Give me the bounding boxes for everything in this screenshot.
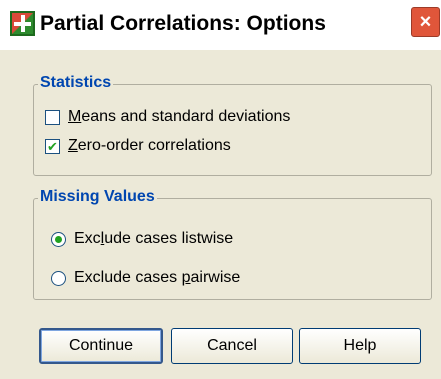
means-label: Means and standard deviations bbox=[68, 108, 291, 125]
statistics-legend: Statistics bbox=[38, 74, 114, 92]
listwise-radio-row[interactable]: Exclude cases listwise bbox=[51, 230, 233, 248]
zero-order-checkbox-row[interactable]: ✔ Zero-order correlations bbox=[45, 137, 231, 155]
continue-button[interactable]: Continue bbox=[39, 328, 163, 364]
means-checkbox-row[interactable]: Means and standard deviations bbox=[45, 108, 290, 126]
missing-values-legend: Missing Values bbox=[38, 188, 157, 206]
radio-selected-dot bbox=[55, 235, 62, 243]
listwise-label: Exclude cases listwise bbox=[74, 230, 234, 247]
app-icon bbox=[10, 11, 35, 36]
close-button[interactable]: × bbox=[411, 7, 440, 37]
listwise-radio[interactable] bbox=[51, 231, 66, 247]
close-icon: × bbox=[419, 10, 432, 33]
means-checkbox[interactable] bbox=[45, 109, 60, 125]
dialog-title: Partial Correlations: Options bbox=[40, 12, 326, 35]
pairwise-label: Exclude cases pairwise bbox=[74, 269, 241, 286]
pairwise-radio[interactable] bbox=[51, 270, 66, 286]
continue-label: Continue bbox=[68, 337, 134, 354]
title-bar[interactable]: Partial Correlations: Options × bbox=[0, 0, 441, 50]
checkmark-icon: ✔ bbox=[47, 138, 58, 154]
pairwise-radio-row[interactable]: Exclude cases pairwise bbox=[51, 269, 240, 287]
zero-order-checkbox[interactable]: ✔ bbox=[45, 138, 60, 154]
cancel-label: Cancel bbox=[207, 337, 257, 354]
zero-order-label: Zero-order correlations bbox=[68, 137, 231, 154]
help-button[interactable]: Help bbox=[299, 328, 421, 364]
statistics-group: Statistics bbox=[33, 74, 432, 176]
cancel-button[interactable]: Cancel bbox=[171, 328, 293, 364]
help-label: Help bbox=[343, 337, 377, 354]
dialog-window: Partial Correlations: Options × Statisti… bbox=[0, 0, 441, 379]
